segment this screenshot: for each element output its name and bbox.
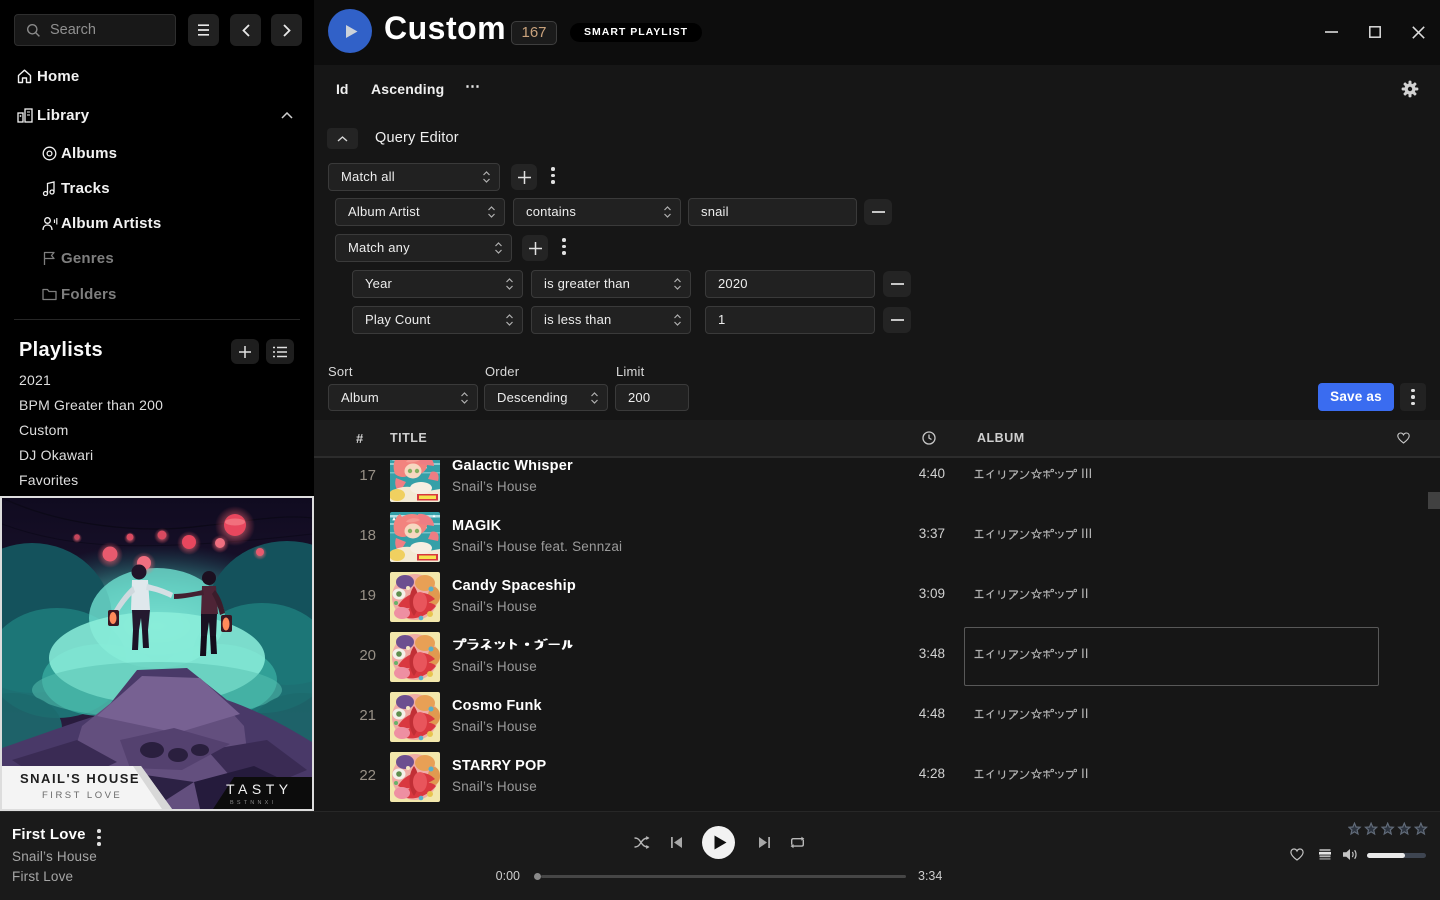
svg-text:SNAIL'S HOUSE: SNAIL'S HOUSE [20,771,140,786]
svg-text:TASTY: TASTY [226,781,293,797]
svg-text:BSTNNXI: BSTNNXI [230,800,276,806]
svg-text:FIRST LOVE: FIRST LOVE [42,790,122,801]
